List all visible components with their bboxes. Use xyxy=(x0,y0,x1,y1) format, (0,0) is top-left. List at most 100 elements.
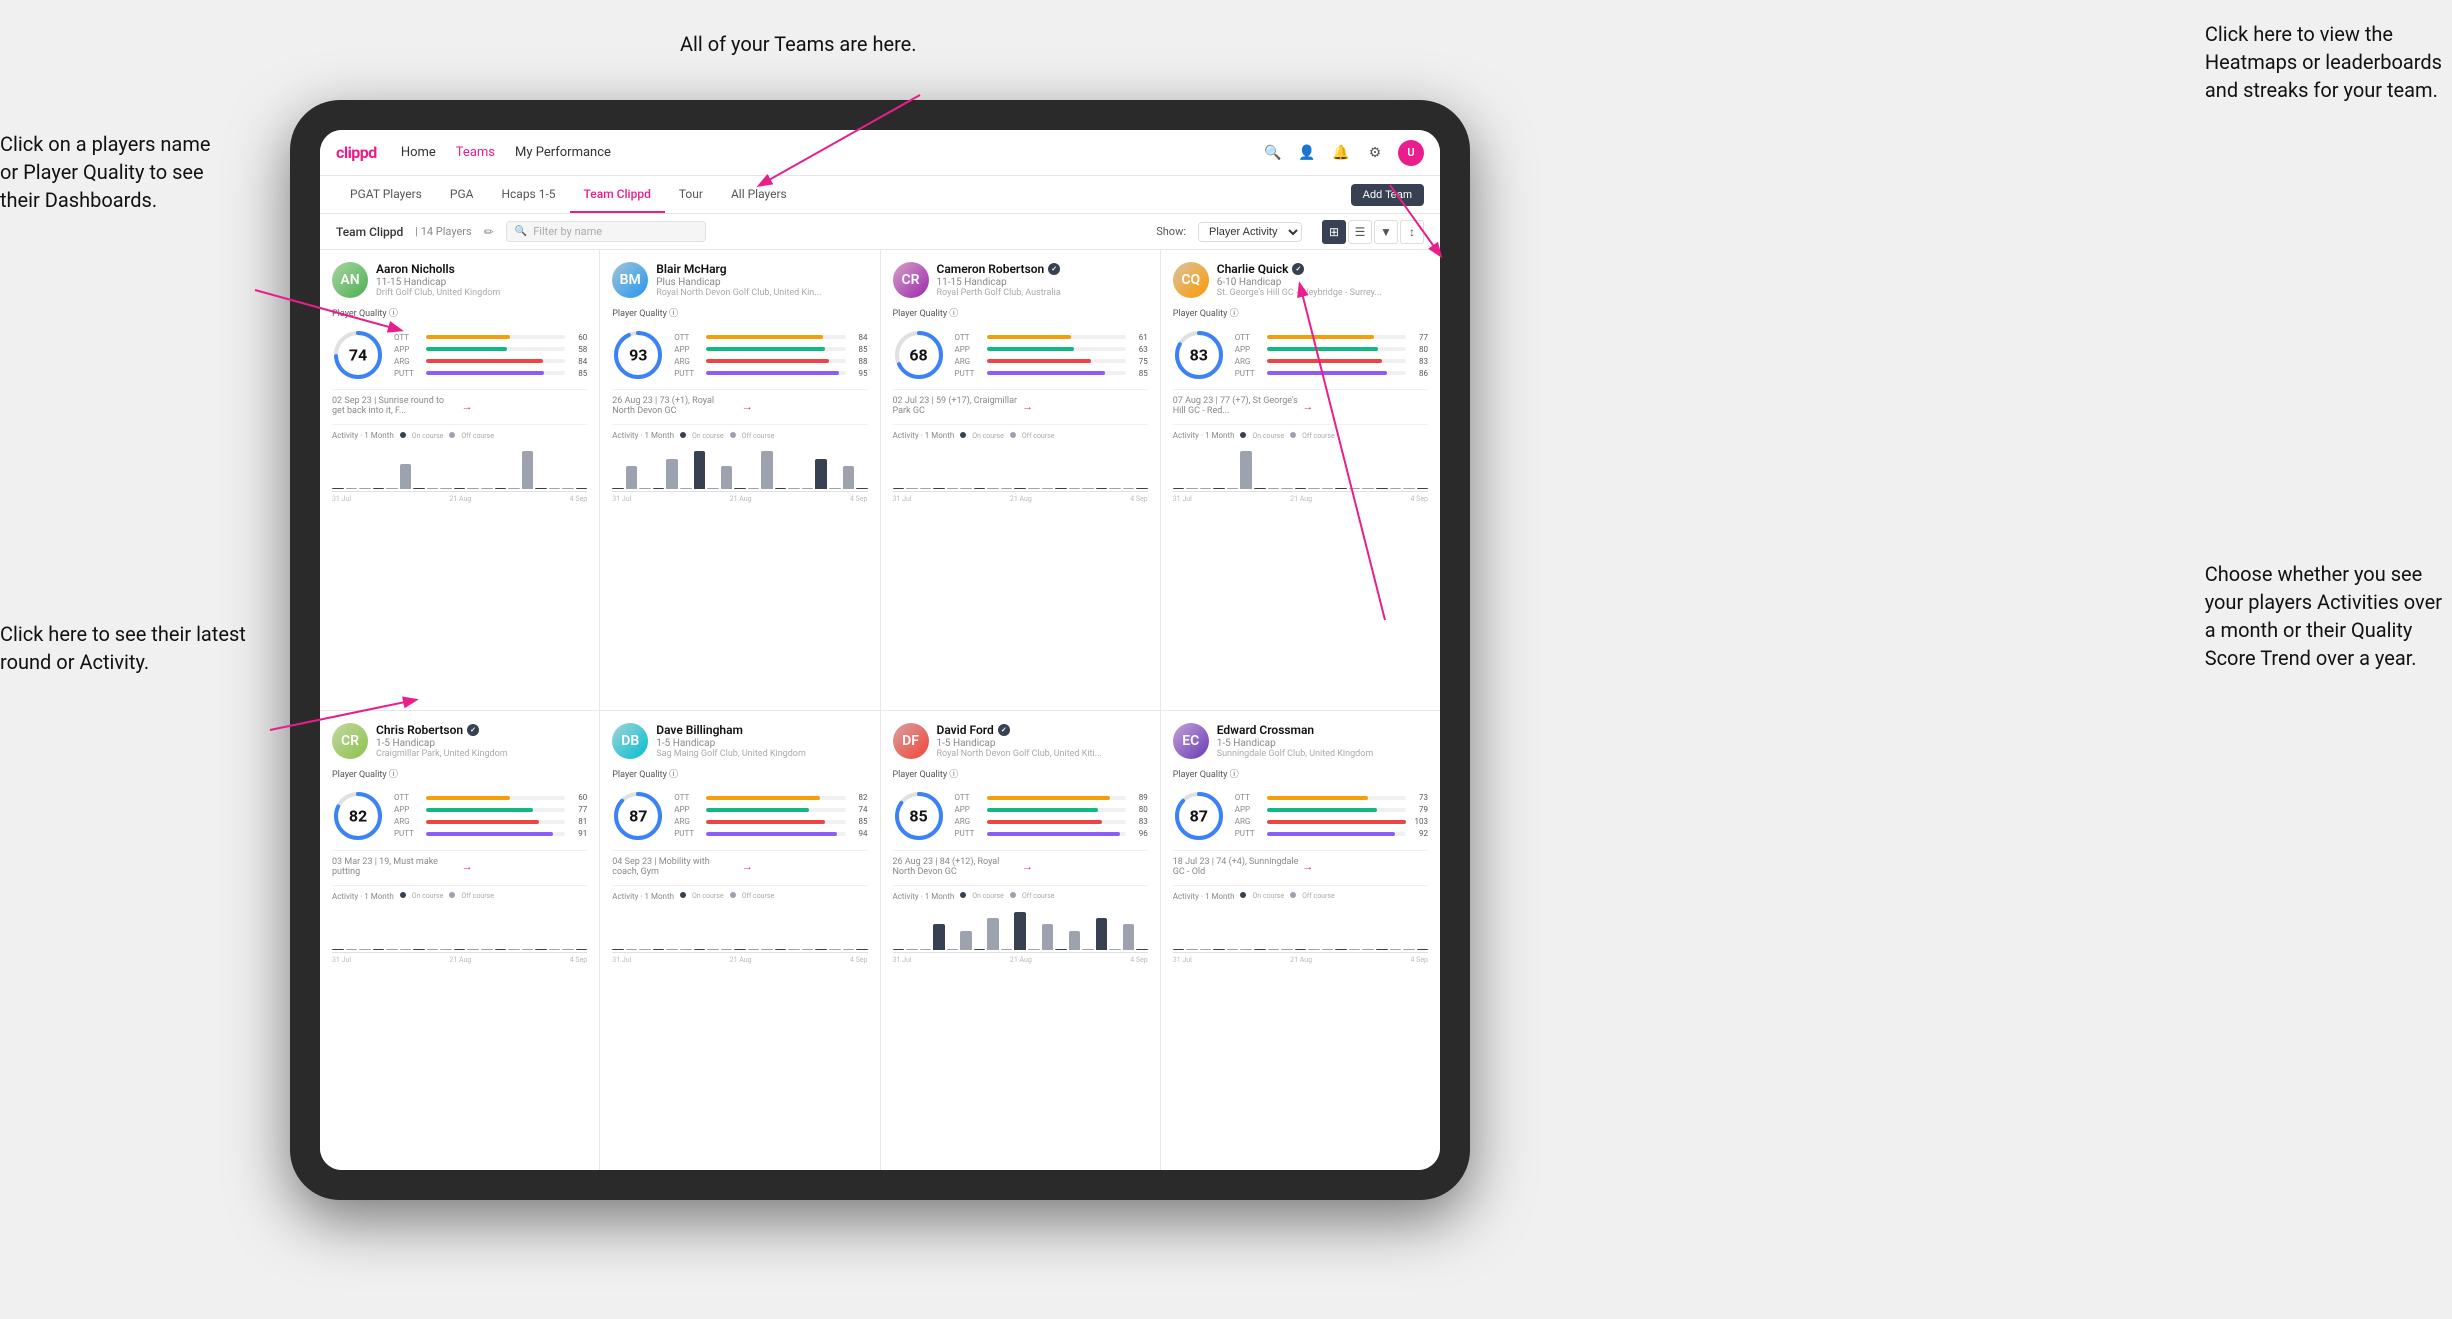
tab-team-clippd[interactable]: Team Clippd xyxy=(570,176,665,213)
activity-section: Activity · 1 Month On course Off course … xyxy=(893,885,1148,964)
chart-bar xyxy=(721,466,733,489)
bell-icon[interactable]: 🔔 xyxy=(1330,142,1352,164)
chart-bar xyxy=(906,488,918,489)
player-info: Cameron Robertson ✓ 11-15 Handicap Royal… xyxy=(937,262,1148,298)
avatar[interactable]: U xyxy=(1398,140,1424,166)
tab-hcaps[interactable]: Hcaps 1-5 xyxy=(487,176,569,213)
tab-pga[interactable]: PGA xyxy=(436,176,488,213)
grid-view-button[interactable]: ⊞ xyxy=(1322,220,1346,244)
edit-team-icon[interactable]: ✏ xyxy=(484,225,494,239)
show-select[interactable]: Player Activity xyxy=(1198,222,1302,242)
player-card[interactable]: DF David Ford ✓ 1-5 Handicap Royal North… xyxy=(881,711,1160,1171)
metric-bar xyxy=(706,371,838,375)
metric-label: PUTT xyxy=(394,829,422,838)
round-arrow-icon[interactable]: → xyxy=(1302,400,1428,413)
chart-bar xyxy=(1136,488,1148,489)
nav-home[interactable]: Home xyxy=(401,141,436,164)
chart-bar xyxy=(893,949,905,950)
search-icon[interactable]: 🔍 xyxy=(1262,142,1284,164)
metric-row: APP 79 xyxy=(1235,805,1428,814)
on-course-label: On course xyxy=(1252,892,1284,900)
player-card[interactable]: CR Cameron Robertson ✓ 11-15 Handicap Ro… xyxy=(881,250,1160,710)
score-circle[interactable]: 82 xyxy=(332,790,384,842)
chart-bar xyxy=(386,949,398,950)
metric-value: 92 xyxy=(1410,829,1428,838)
metrics: OTT 82 APP 74 ARG 85 PUTT 9 xyxy=(674,793,867,838)
player-name[interactable]: Aaron Nicholls xyxy=(376,262,587,276)
metric-bar xyxy=(426,335,510,339)
chart-bar xyxy=(562,949,574,950)
player-name[interactable]: Edward Crossman xyxy=(1217,723,1428,737)
chart-bar xyxy=(761,451,773,489)
activity-section: Activity · 1 Month On course Off course … xyxy=(332,424,587,503)
tab-tour[interactable]: Tour xyxy=(665,176,717,213)
player-card[interactable]: DB Dave Billingham 1-5 Handicap Sag Main… xyxy=(600,711,879,1171)
chart-label-start: 31 Jul xyxy=(332,956,351,964)
player-name[interactable]: Cameron Robertson ✓ xyxy=(937,262,1148,276)
add-team-button[interactable]: Add Team xyxy=(1351,184,1424,206)
metric-value: 61 xyxy=(1130,333,1148,342)
metric-bar-bg xyxy=(706,371,845,375)
round-arrow-icon[interactable]: → xyxy=(742,860,868,873)
player-card[interactable]: AN Aaron Nicholls 11-15 Handicap Drift G… xyxy=(320,250,599,710)
search-bar[interactable]: 🔍 Filter by name xyxy=(506,221,706,242)
score-circle[interactable]: 74 xyxy=(332,329,384,381)
round-arrow-icon[interactable]: → xyxy=(462,860,588,873)
player-card[interactable]: EC Edward Crossman 1-5 Handicap Sunningd… xyxy=(1161,711,1440,1171)
player-name[interactable]: Chris Robertson ✓ xyxy=(376,723,587,737)
nav-my-performance[interactable]: My Performance xyxy=(515,141,611,164)
chart-bar xyxy=(843,466,855,489)
score-circle[interactable]: 85 xyxy=(893,790,945,842)
round-arrow-icon[interactable]: → xyxy=(1022,400,1148,413)
activity-title: Activity · 1 Month xyxy=(1173,431,1235,440)
chart-bar xyxy=(481,488,493,489)
tab-pgat-players[interactable]: PGAT Players xyxy=(336,176,436,213)
chart-bar xyxy=(373,949,385,950)
chart-bar xyxy=(1109,949,1121,950)
list-view-button[interactable]: ☰ xyxy=(1348,220,1372,244)
chart-bar xyxy=(576,949,588,950)
player-name[interactable]: Blair McHarg xyxy=(656,262,867,276)
metric-value: 83 xyxy=(1410,357,1428,366)
player-name[interactable]: Charlie Quick ✓ xyxy=(1217,262,1428,276)
player-card[interactable]: CQ Charlie Quick ✓ 6-10 Handicap St. Geo… xyxy=(1161,250,1440,710)
score-circle[interactable]: 83 xyxy=(1173,329,1225,381)
score-circle[interactable]: 93 xyxy=(612,329,664,381)
chart-label-mid: 21 Aug xyxy=(1290,495,1312,503)
on-course-label: On course xyxy=(412,892,444,900)
score-circle[interactable]: 87 xyxy=(1173,790,1225,842)
round-arrow-icon[interactable]: → xyxy=(462,400,588,413)
off-course-legend-dot xyxy=(449,892,455,898)
chart-labels: 31 Jul 21 Aug 4 Sep xyxy=(612,495,867,503)
metric-value: 60 xyxy=(569,333,587,342)
nav-teams[interactable]: Teams xyxy=(456,141,495,164)
user-icon[interactable]: 👤 xyxy=(1296,142,1318,164)
score-circle[interactable]: 68 xyxy=(893,329,945,381)
round-arrow-icon[interactable]: → xyxy=(1302,860,1428,873)
tab-all-players[interactable]: All Players xyxy=(717,176,801,213)
round-arrow-icon[interactable]: → xyxy=(1022,860,1148,873)
off-course-label: Off course xyxy=(1022,892,1055,900)
settings-icon[interactable]: ⚙ xyxy=(1364,142,1386,164)
player-name[interactable]: Dave Billingham xyxy=(656,723,867,737)
score-number: 83 xyxy=(1190,346,1208,365)
metric-label: PUTT xyxy=(1235,369,1263,378)
metric-bar-bg xyxy=(426,808,565,812)
metric-bar-bg xyxy=(706,808,845,812)
filter-button[interactable]: ▼ xyxy=(1374,220,1398,244)
chart-label-end: 4 Sep xyxy=(850,956,867,964)
round-arrow-icon[interactable]: → xyxy=(742,400,868,413)
quality-label: Player Quality ⓘ xyxy=(1173,767,1428,780)
score-circle[interactable]: 87 xyxy=(612,790,664,842)
metric-bar xyxy=(706,796,820,800)
score-number: 93 xyxy=(629,346,647,365)
player-handicap: 6-10 Handicap xyxy=(1217,277,1428,288)
metric-row: PUTT 92 xyxy=(1235,829,1428,838)
player-card[interactable]: BM Blair McHarg Plus Handicap Royal Nort… xyxy=(600,250,879,710)
player-name[interactable]: David Ford ✓ xyxy=(937,723,1148,737)
metric-row: APP 74 xyxy=(674,805,867,814)
metric-value: 74 xyxy=(850,805,868,814)
quality-section: 68 OTT 61 APP 63 ARG 75 PUTT xyxy=(893,329,1148,381)
player-card[interactable]: CR Chris Robertson ✓ 1-5 Handicap Craigm… xyxy=(320,711,599,1171)
sort-button[interactable]: ↕ xyxy=(1400,220,1424,244)
